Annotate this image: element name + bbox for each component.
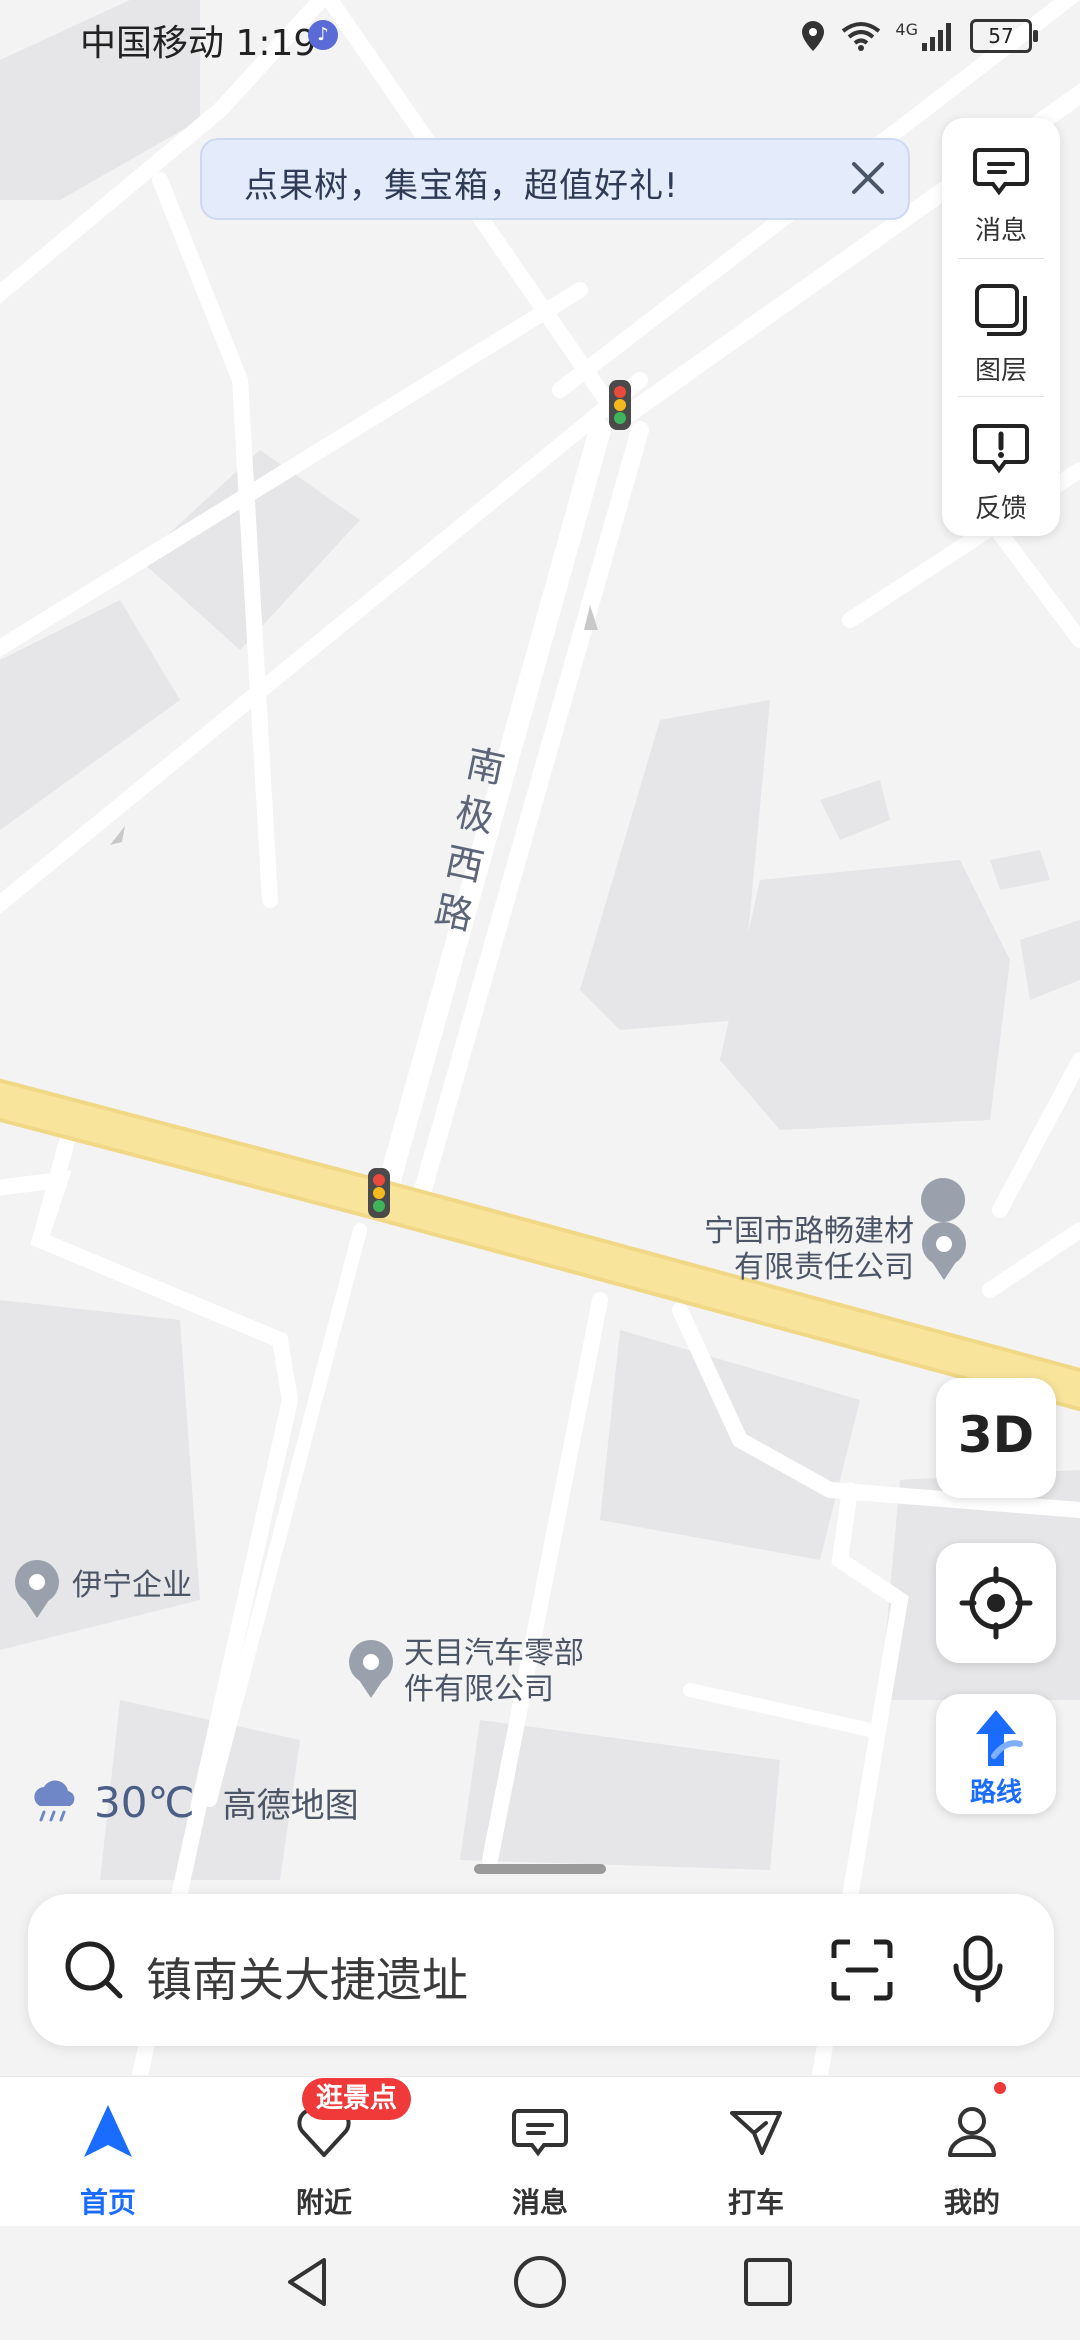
poi-label[interactable]: 伊宁企业 (72, 1568, 192, 1604)
tab-profile[interactable]: 我的 (864, 2077, 1080, 2227)
tab-messages[interactable]: 消息 (432, 2077, 648, 2227)
location-icon (802, 21, 825, 51)
bottom-nav: 首页 附近 消息 打车 我的 (0, 2076, 1080, 2227)
microphone-icon[interactable] (950, 1934, 1006, 2004)
tool-message-button[interactable]: 消息 (942, 118, 1060, 248)
close-icon[interactable] (840, 150, 896, 206)
system-nav-bar (0, 2226, 1080, 2340)
tab-taxi[interactable]: 打车 (648, 2077, 864, 2227)
route-button[interactable]: 路线 (936, 1694, 1056, 1814)
locate-icon (959, 1566, 1033, 1640)
nearby-badge: 逛景点 (302, 2078, 411, 2120)
tab-home[interactable]: 首页 (0, 2077, 216, 2227)
wifi-icon (842, 22, 881, 51)
home-arrow-icon (84, 2105, 132, 2157)
status-bar: 中国移动 1:19 ♪ 4G 57 (0, 0, 1080, 72)
route-arrow-icon (976, 1710, 1023, 1766)
carrier-time: 中国移动 1:19 (80, 23, 317, 64)
profile-icon (948, 2107, 996, 2157)
poi-pin-icon (921, 1178, 966, 1222)
drag-handle[interactable] (474, 1864, 606, 1874)
feedback-icon (973, 424, 1029, 474)
tool-feedback-button[interactable]: 反馈 (942, 396, 1060, 526)
scan-icon[interactable] (830, 1938, 894, 2002)
network-type: 4G (895, 19, 918, 39)
search-input[interactable]: 镇南关大捷遗址 (146, 1944, 468, 2010)
banner-text: 点果树，集宝箱，超值好礼! (244, 166, 679, 206)
search-icon (65, 1941, 123, 1999)
map-tools-panel: 消息 图层 反馈 (942, 118, 1060, 536)
music-icon: ♪ (308, 20, 338, 50)
recents-icon[interactable] (738, 2252, 798, 2312)
brand-logo-text: 高德地图 (222, 1785, 359, 1826)
layers-icon (975, 284, 1027, 336)
taxi-icon (730, 2111, 782, 2155)
message-icon (512, 2109, 568, 2157)
signal-icon (922, 23, 951, 51)
battery-indicator: 57 (970, 19, 1038, 53)
3d-toggle-button[interactable]: 3D (936, 1378, 1056, 1498)
promo-banner[interactable]: 点果树，集宝箱，超值好礼! (200, 138, 910, 220)
rain-cloud-icon (34, 1780, 75, 1822)
search-bar[interactable]: 镇南关大捷遗址 (28, 1894, 1054, 2046)
message-icon (973, 148, 1029, 196)
home-circle-icon[interactable] (510, 2252, 570, 2312)
map-canvas[interactable] (0, 0, 1080, 2075)
poi-label[interactable]: 宁国市路畅建材 有限责任公司 (684, 1214, 914, 1286)
traffic-light-icon (609, 380, 631, 430)
temperature: 30℃ (94, 1777, 195, 1827)
back-icon[interactable] (278, 2252, 338, 2312)
notification-dot (994, 2082, 1006, 2094)
locate-button[interactable] (936, 1543, 1056, 1663)
tool-layers-button[interactable]: 图层 (942, 258, 1060, 388)
poi-label[interactable]: 天目汽车零部 件有限公司 (404, 1636, 584, 1708)
weather-widget[interactable]: 30℃ 高德地图 (28, 1774, 359, 1830)
traffic-light-icon (368, 1168, 390, 1218)
